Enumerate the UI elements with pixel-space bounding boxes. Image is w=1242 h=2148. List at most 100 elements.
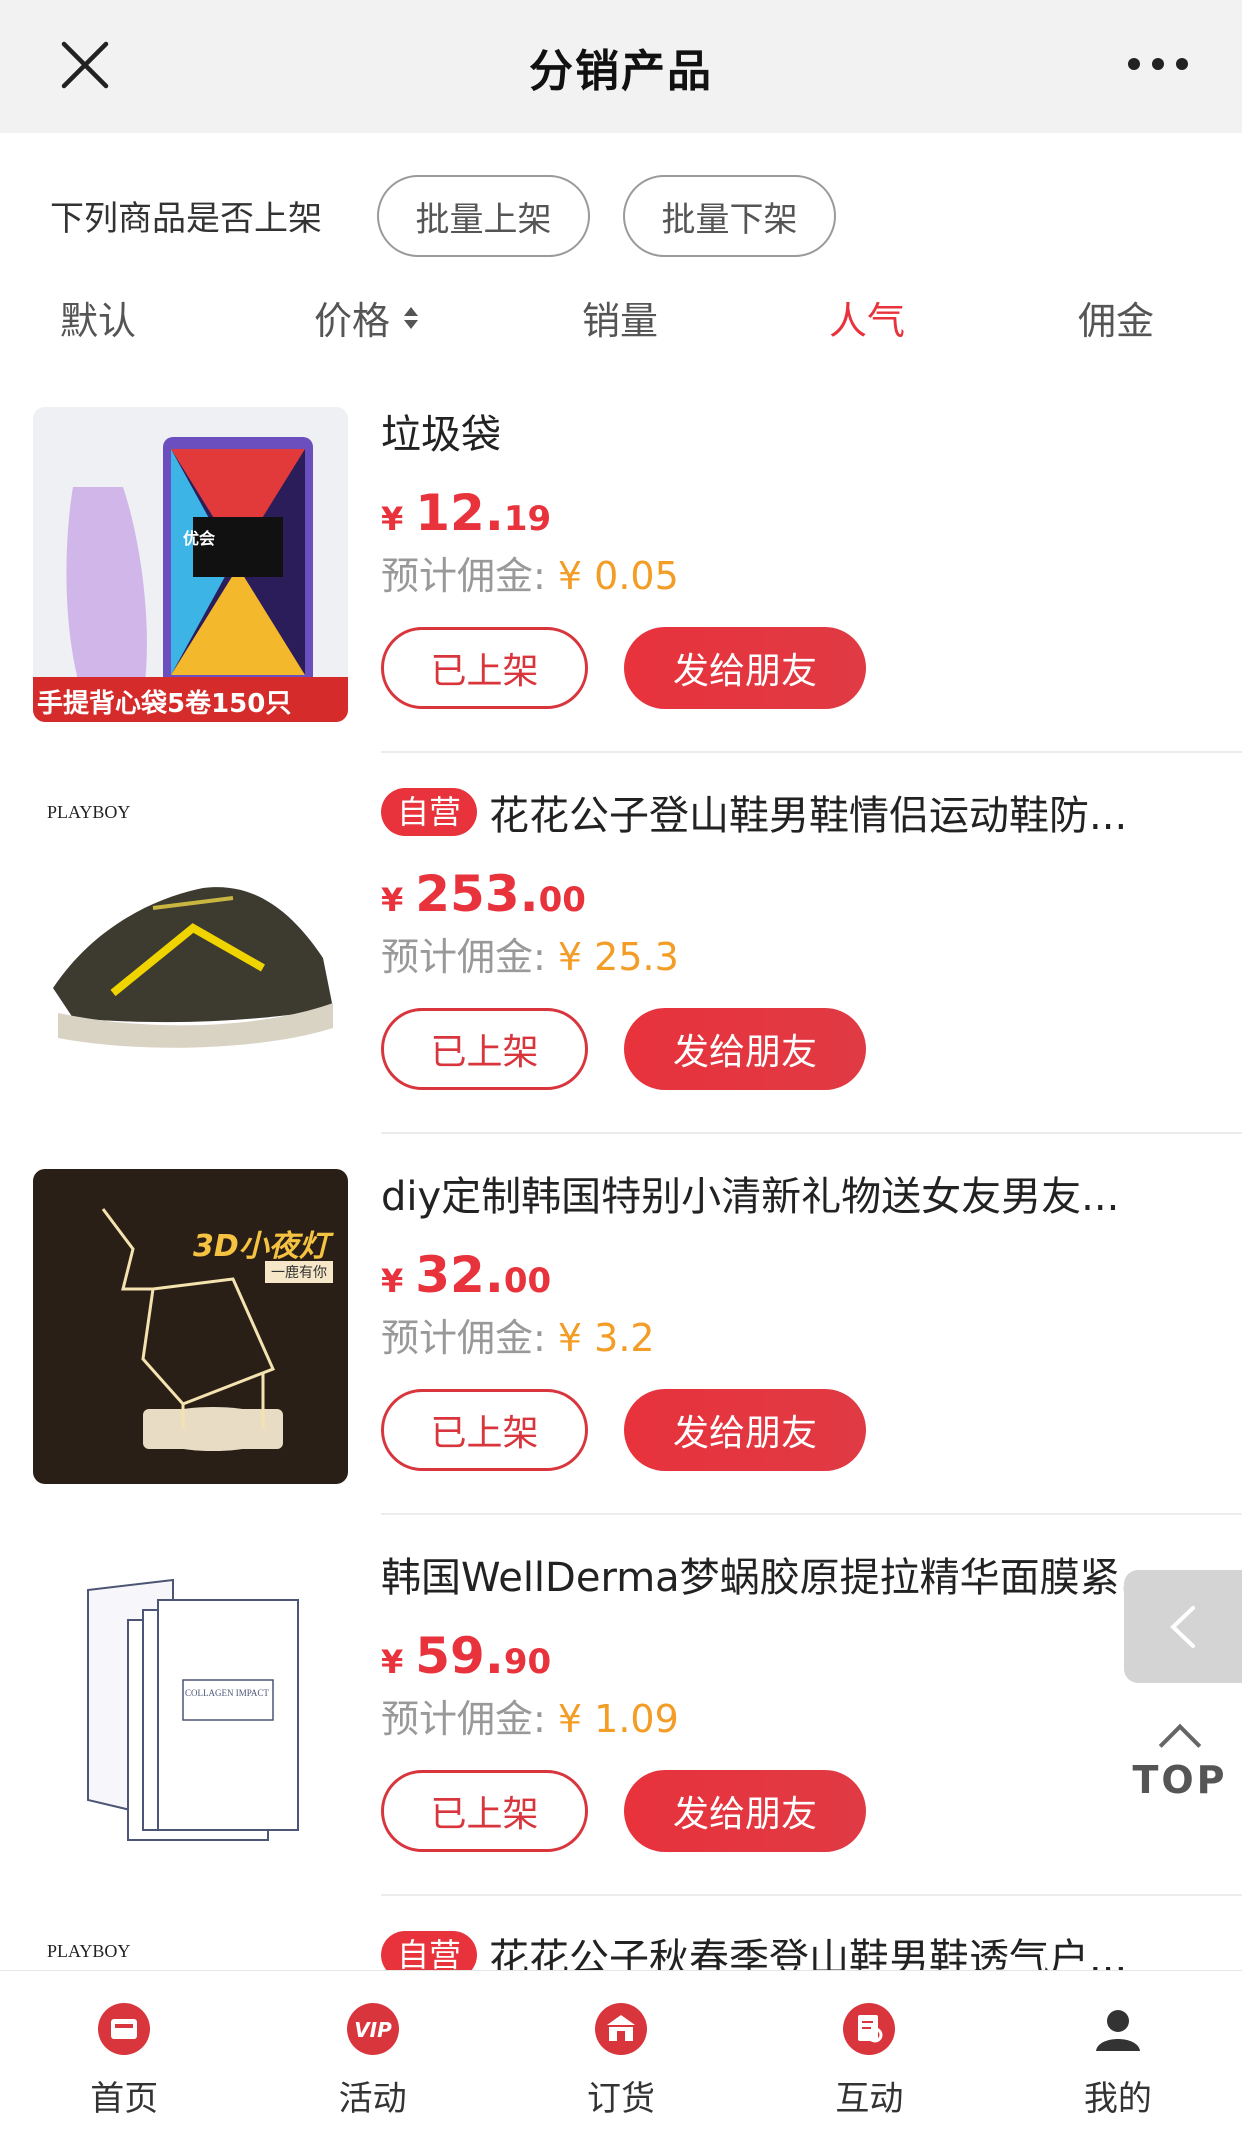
divider bbox=[381, 1894, 1242, 1896]
product-brand-text: 优会 bbox=[183, 529, 216, 548]
tab-order[interactable]: 订货 bbox=[497, 1971, 745, 2148]
send-to-friend-button[interactable]: 发给朋友 bbox=[624, 1389, 866, 1471]
self-operated-badge: 自营 bbox=[381, 788, 478, 836]
commission-value: ¥ 1.09 bbox=[557, 1697, 679, 1741]
price-integer: 12. bbox=[415, 484, 504, 542]
close-icon[interactable] bbox=[58, 38, 112, 92]
commission-value: ¥ 3.2 bbox=[557, 1316, 655, 1360]
product-price: ¥32.00 bbox=[381, 1245, 1201, 1305]
product-price: ¥59.90 bbox=[381, 1626, 1201, 1686]
product-image-caption: 手提背心袋5卷150只 bbox=[37, 689, 292, 719]
sort-popularity-label: 人气 bbox=[829, 299, 906, 343]
send-to-friend-button[interactable]: 发给朋友 bbox=[624, 1770, 866, 1852]
price-decimal: 00 bbox=[503, 1261, 552, 1301]
listed-button[interactable]: 已上架 bbox=[381, 1389, 588, 1471]
back-to-top-button[interactable]: TOP bbox=[1130, 1718, 1230, 1808]
product-image-caption: COLLAGEN IMPACT bbox=[185, 1688, 269, 1698]
tab-activity-label: 活动 bbox=[338, 2079, 407, 2119]
product-title[interactable]: 自营 花花公子登山鞋男鞋情侣运动鞋防... bbox=[381, 788, 1201, 844]
user-icon bbox=[1095, 2010, 1140, 2051]
product-commission: 预计佣金: ¥ 0.05 bbox=[381, 549, 1201, 603]
tab-home-label: 首页 bbox=[90, 2079, 159, 2119]
sort-updown-icon bbox=[404, 306, 419, 329]
self-operated-badge: 自营 bbox=[381, 1931, 478, 1970]
product-image-caption: 3D小夜灯 bbox=[193, 1229, 329, 1264]
currency-symbol: ¥ bbox=[381, 1643, 404, 1681]
send-to-friend-button[interactable]: 发给朋友 bbox=[624, 1008, 866, 1090]
product-image[interactable]: COLLAGEN IMPACT bbox=[33, 1550, 348, 1865]
listed-button[interactable]: 已上架 bbox=[381, 1008, 588, 1090]
commission-value: ¥ 0.05 bbox=[557, 554, 679, 598]
price-integer: 253. bbox=[415, 865, 539, 923]
listed-button[interactable]: 已上架 bbox=[381, 627, 588, 709]
product-item[interactable]: 3D小夜灯 一鹿有你 diy定制韩国特别小清新礼物送女友男友... ¥32.00… bbox=[0, 1169, 1242, 1550]
product-image-subcaption: 一鹿有你 bbox=[265, 1261, 333, 1283]
more-menu-icon[interactable] bbox=[1128, 58, 1188, 70]
sort-tabs: 默认 价格 销量 人气 佣金 bbox=[0, 290, 1242, 350]
home-icon bbox=[98, 2003, 151, 2055]
batch-delist-button[interactable]: 批量下架 bbox=[623, 175, 836, 257]
sort-price-label: 价格 bbox=[314, 299, 391, 343]
product-commission: 预计佣金: ¥ 3.2 bbox=[381, 1311, 1201, 1365]
store-icon bbox=[595, 2003, 648, 2055]
top-nav-bar: 分销产品 bbox=[0, 0, 1242, 133]
product-title[interactable]: 自营 花花公子秋春季登山鞋男鞋透气户... bbox=[381, 1931, 1201, 1970]
product-item[interactable]: PLAYBOY 自营 花花公子登山鞋男鞋情侣运动鞋防... ¥253.00 预计佣… bbox=[0, 788, 1242, 1169]
product-title[interactable]: diy定制韩国特别小清新礼物送女友男友... bbox=[381, 1169, 1201, 1225]
side-collapse-tab[interactable] bbox=[1124, 1570, 1242, 1683]
currency-symbol: ¥ bbox=[381, 500, 404, 538]
sort-sales-tab[interactable]: 销量 bbox=[582, 290, 658, 345]
product-brand-text: PLAYBOY bbox=[47, 802, 131, 822]
sort-default-label: 默认 bbox=[60, 299, 137, 343]
divider bbox=[381, 1513, 1242, 1515]
divider bbox=[381, 1132, 1242, 1134]
sort-price-tab[interactable]: 价格 bbox=[314, 290, 419, 345]
commission-label: 预计佣金: bbox=[381, 554, 546, 598]
sort-default-tab[interactable]: 默认 bbox=[60, 290, 136, 345]
sort-commission-label: 佣金 bbox=[1078, 299, 1155, 343]
commission-label: 预计佣金: bbox=[381, 1316, 546, 1360]
product-price: ¥12.19 bbox=[381, 483, 1201, 543]
listed-button[interactable]: 已上架 bbox=[381, 1770, 588, 1852]
tab-interaction[interactable]: 互动 bbox=[745, 1971, 993, 2148]
sort-commission-tab[interactable]: 佣金 bbox=[1078, 290, 1154, 345]
product-item[interactable]: 优会 手提背心袋5卷150只 垃圾袋 ¥12.19 预计佣金: ¥ 0.05 已… bbox=[0, 407, 1242, 788]
sort-popularity-tab[interactable]: 人气 bbox=[829, 290, 905, 345]
commission-value: ¥ 25.3 bbox=[557, 935, 679, 979]
commission-label: 预计佣金: bbox=[381, 935, 546, 979]
sort-sales-label: 销量 bbox=[582, 299, 659, 343]
product-item[interactable]: PLAYBOY 自营 花花公子秋春季登山鞋男鞋透气户... bbox=[0, 1931, 1242, 1970]
batch-actions: 下列商品是否上架 批量上架 批量下架 bbox=[0, 175, 1242, 257]
bottom-tab-bar: 首页 VIP 活动 订货 互动 我的 bbox=[0, 1970, 1242, 2148]
product-image[interactable]: PLAYBOY bbox=[33, 1931, 348, 1970]
price-integer: 59. bbox=[415, 1627, 504, 1685]
divider bbox=[381, 751, 1242, 753]
product-title[interactable]: 韩国WellDerma梦蜗胶原提拉精华面膜紧... bbox=[381, 1550, 1201, 1606]
price-decimal: 90 bbox=[503, 1642, 552, 1682]
product-item[interactable]: COLLAGEN IMPACT 韩国WellDerma梦蜗胶原提拉精华面膜紧..… bbox=[0, 1550, 1242, 1931]
document-search-icon bbox=[843, 2003, 896, 2055]
send-to-friend-button[interactable]: 发给朋友 bbox=[624, 627, 866, 709]
product-image[interactable]: 优会 手提背心袋5卷150只 bbox=[33, 407, 348, 722]
product-title-text: 花花公子秋春季登山鞋男鞋透气户... bbox=[489, 1936, 1128, 1970]
tab-home[interactable]: 首页 bbox=[0, 1971, 248, 2148]
product-title[interactable]: 垃圾袋 bbox=[381, 407, 1201, 463]
tab-activity[interactable]: VIP 活动 bbox=[248, 1971, 496, 2148]
tab-interaction-label: 互动 bbox=[835, 2079, 904, 2119]
batch-question: 下列商品是否上架 bbox=[50, 199, 322, 239]
vip-icon: VIP bbox=[346, 2003, 399, 2055]
currency-symbol: ¥ bbox=[381, 881, 404, 919]
tab-mine[interactable]: 我的 bbox=[994, 1971, 1242, 2148]
product-image[interactable]: PLAYBOY bbox=[33, 788, 348, 1103]
price-decimal: 00 bbox=[538, 880, 586, 920]
batch-list-button[interactable]: 批量上架 bbox=[377, 175, 590, 257]
product-title-text: 花花公子登山鞋男鞋情侣运动鞋防... bbox=[489, 793, 1128, 839]
price-decimal: 19 bbox=[503, 499, 552, 539]
product-image[interactable]: 3D小夜灯 一鹿有你 bbox=[33, 1169, 348, 1484]
svg-text:VIP: VIP bbox=[354, 2018, 392, 2042]
price-integer: 32. bbox=[415, 1246, 504, 1304]
tab-mine-label: 我的 bbox=[1083, 2079, 1152, 2119]
page-title: 分销产品 bbox=[529, 45, 713, 97]
currency-symbol: ¥ bbox=[381, 1262, 404, 1300]
product-commission: 预计佣金: ¥ 1.09 bbox=[381, 1692, 1201, 1746]
